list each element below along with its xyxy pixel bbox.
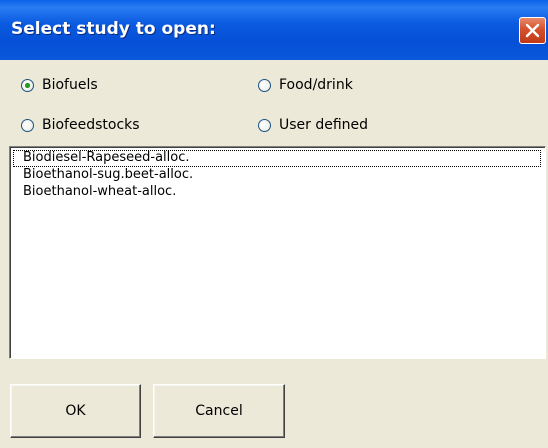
- dialog-title: Select study to open:: [11, 19, 216, 39]
- radio-biofeedstocks[interactable]: Biofeedstocks: [21, 115, 140, 135]
- radio-label-food-drink: Food/drink: [279, 77, 353, 93]
- list-item[interactable]: Bioethanol-sug.beet-alloc.: [13, 167, 541, 184]
- radio-user-defined[interactable]: User defined: [258, 115, 368, 135]
- title-bar: Select study to open:: [0, 0, 548, 60]
- radio-button-checked[interactable]: [21, 78, 34, 92]
- list-item[interactable]: Bioethanol-wheat-alloc.: [13, 184, 541, 201]
- list-item[interactable]: Biodiesel-Rapeseed-alloc.: [13, 150, 541, 167]
- radio-biofuels[interactable]: Biofuels: [21, 75, 98, 95]
- radio-label-user-defined: User defined: [279, 117, 369, 133]
- study-listbox[interactable]: Biodiesel-Rapeseed-alloc. Bioethanol-sug…: [9, 146, 546, 359]
- select-study-dialog: Select study to open: Biofuels Food/drin…: [0, 0, 548, 448]
- close-icon: [525, 23, 540, 38]
- ok-button[interactable]: OK: [10, 384, 141, 438]
- cancel-button[interactable]: Cancel: [153, 384, 285, 438]
- radio-label-biofeedstocks: Biofeedstocks: [42, 117, 140, 133]
- radio-food-drink[interactable]: Food/drink: [258, 75, 353, 95]
- radio-label-biofuels: Biofuels: [42, 77, 98, 93]
- radio-button[interactable]: [258, 118, 271, 132]
- radio-button[interactable]: [258, 78, 271, 92]
- close-button[interactable]: [519, 17, 546, 44]
- radio-button[interactable]: [21, 118, 34, 132]
